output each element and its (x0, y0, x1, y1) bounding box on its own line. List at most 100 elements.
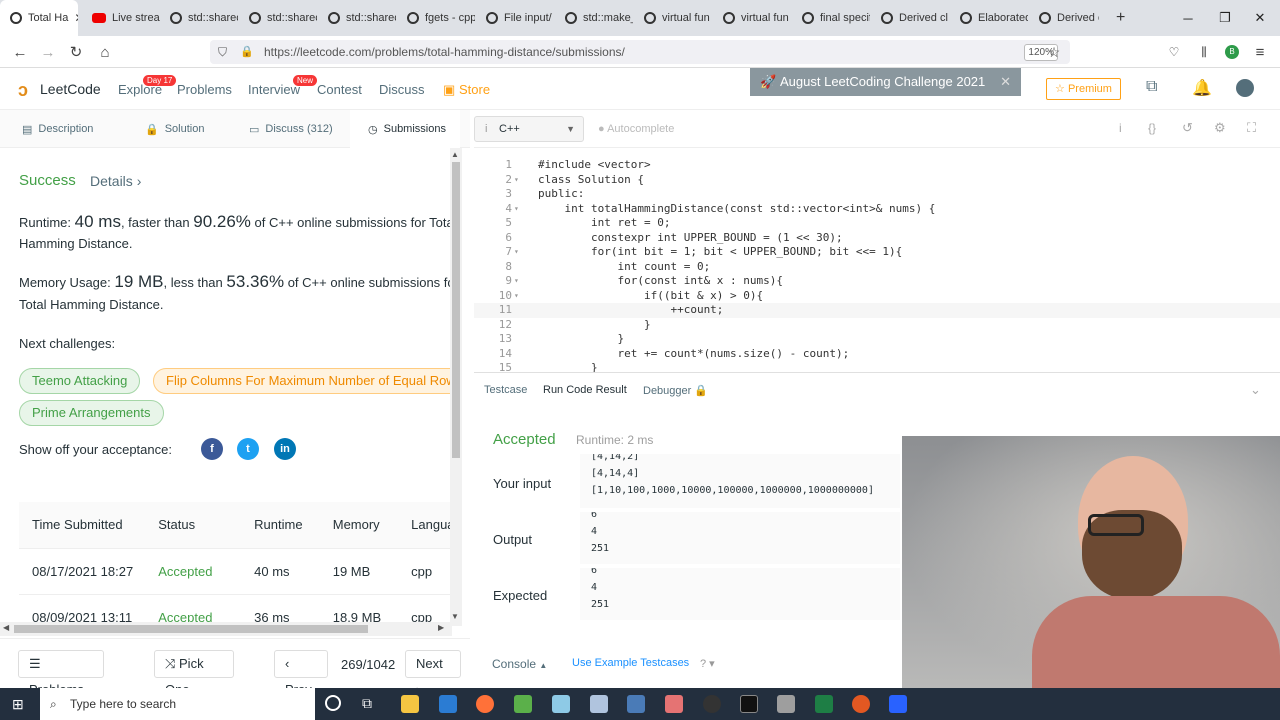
file-explorer-icon[interactable] (401, 695, 419, 713)
code-line[interactable]: 13 } (474, 332, 1280, 347)
browser-tab[interactable]: Live strean (82, 0, 160, 36)
challenge-banner[interactable]: 🚀 August LeetCoding Challenge 2021 ✕ (750, 68, 1021, 96)
tab-submissions[interactable]: ◷ Submissions (350, 110, 460, 148)
nav-discuss[interactable]: Discuss (379, 82, 425, 97)
shield-icon[interactable]: ⛉ (218, 40, 227, 64)
nav-store[interactable]: Store (459, 82, 490, 97)
close-banner-icon[interactable]: ✕ (1000, 68, 1011, 96)
library-icon[interactable]: ⫼ (1192, 41, 1216, 63)
browser-tab[interactable]: Derived cl (871, 0, 949, 36)
column-header[interactable]: Runtime (241, 502, 320, 549)
fold-icon[interactable]: ▾ (514, 202, 519, 217)
browser-tab[interactable]: final specif (792, 0, 870, 36)
excel-icon[interactable] (815, 695, 833, 713)
cell-status[interactable]: Accepted (145, 548, 242, 595)
tab-debugger[interactable]: Debugger 🔒 (643, 384, 708, 397)
leetcode-logo-icon[interactable]: ↄ (18, 80, 28, 101)
browser-tab-active[interactable]: Total Ha ✕ (0, 0, 78, 36)
code-line[interactable]: 1 #include <vector> (474, 158, 1280, 173)
extension-icon[interactable]: B (1225, 45, 1239, 59)
tab-discuss[interactable]: ▭ Discuss (312) (249, 110, 333, 148)
notepad-icon[interactable] (514, 695, 532, 713)
tab-solution[interactable]: 🔒 Solution (145, 110, 204, 148)
store-cart-icon[interactable]: ▣ (443, 82, 455, 98)
code-line[interactable]: 15 } (474, 361, 1280, 372)
app-icon[interactable] (552, 695, 570, 713)
challenge-pill-easy[interactable]: Prime Arrangements (19, 400, 164, 426)
browser-tab[interactable]: Elaborated (950, 0, 1028, 36)
tab-run-code-result[interactable]: Run Code Result (543, 384, 627, 396)
app-icon[interactable] (665, 695, 683, 713)
nav-problems[interactable]: Problems (177, 82, 232, 97)
language-select[interactable]: i C++ ▼ (474, 116, 584, 142)
firefox-icon[interactable] (476, 695, 494, 713)
scroll-right-icon[interactable]: ▶ (438, 623, 444, 632)
forward-icon[interactable]: → (36, 41, 60, 63)
settings-icon[interactable]: ⚙ (1214, 120, 1226, 136)
help-icon[interactable]: ? ▾ (700, 657, 715, 670)
cortana-icon[interactable] (325, 695, 341, 711)
lock-icon[interactable]: 🔒 (240, 40, 254, 64)
code-line[interactable]: 2 ▾ class Solution { (474, 173, 1280, 188)
code-line[interactable]: 3 public: (474, 187, 1280, 202)
browser-tab[interactable]: virtual fun (713, 0, 791, 36)
prev-button[interactable]: ‹ Prev (274, 650, 328, 697)
back-icon[interactable]: ← (8, 41, 32, 63)
nav-contest[interactable]: Contest (317, 82, 362, 97)
code-line[interactable]: 9 ▾ for(const int& x : nums){ (474, 274, 1280, 289)
avatar-icon[interactable] (1236, 79, 1254, 97)
home-icon[interactable]: ⌂ (93, 41, 117, 63)
browser-tab[interactable]: std::sharec (160, 0, 238, 36)
code-line[interactable]: 10 ▾ if((bit & x) > 0){ (474, 289, 1280, 304)
browser-tab[interactable]: std::sharec (239, 0, 317, 36)
taskbar-search[interactable]: ⌕ Type here to search (40, 688, 315, 720)
bell-icon[interactable]: 🔔 (1192, 78, 1212, 98)
restore-icon[interactable]: ❐ (1205, 0, 1245, 36)
nav-interview[interactable]: Interview (248, 82, 300, 97)
new-tab-button[interactable]: + (1106, 0, 1136, 36)
column-header[interactable]: Memory (319, 502, 399, 549)
playground-icon[interactable]: ⧉ (1146, 78, 1157, 96)
pocket-icon[interactable]: ♡ (1162, 41, 1186, 63)
scroll-down-icon[interactable]: ▼ (451, 612, 459, 621)
url-field[interactable]: ⛉ 🔒 https://leetcode.com/problems/total-… (210, 40, 1070, 64)
tab-description[interactable]: ▤ Description (22, 110, 93, 148)
app-icon[interactable] (852, 695, 870, 713)
code-line[interactable]: 12 } (474, 318, 1280, 333)
code-line[interactable]: 6 constexpr int UPPER_BOUND = (1 << 30); (474, 231, 1280, 246)
challenge-pill-easy[interactable]: Teemo Attacking (19, 368, 141, 394)
tab-testcase[interactable]: Testcase (484, 384, 527, 396)
browser-tab[interactable]: virtual fun (634, 0, 712, 36)
premium-button[interactable]: ☆ Premium (1046, 78, 1121, 100)
code-line-active[interactable]: 11 ++count; (474, 303, 1280, 318)
calculator-icon[interactable] (627, 695, 645, 713)
fullscreen-icon[interactable]: ⛶ (1247, 120, 1256, 136)
braces-icon[interactable]: {} (1148, 121, 1156, 135)
code-line[interactable]: 8 int count = 0; (474, 260, 1280, 275)
cell-status[interactable]: Accepted (145, 594, 242, 622)
facebook-icon[interactable]: f (201, 438, 223, 460)
problems-button[interactable]: ☰ Problems (18, 650, 104, 697)
fold-icon[interactable]: ▾ (514, 274, 519, 289)
windows-start-icon[interactable]: ⊞ (12, 696, 24, 713)
vscode-icon[interactable] (439, 695, 457, 713)
column-header[interactable]: Status (145, 502, 242, 549)
fold-icon[interactable]: ▾ (514, 173, 519, 188)
close-tab-icon[interactable]: ✕ (74, 11, 78, 25)
task-view-icon[interactable]: ⧉ (362, 695, 372, 712)
next-button[interactable]: Next › (405, 650, 461, 697)
scroll-thumb[interactable] (14, 625, 368, 633)
app-icon[interactable] (590, 695, 608, 713)
horizontal-scrollbar[interactable]: ◀ ▶ (0, 622, 452, 636)
fold-icon[interactable]: ▾ (514, 289, 519, 304)
fold-icon[interactable]: ▾ (514, 245, 519, 260)
code-line[interactable]: 5 int ret = 0; (474, 216, 1280, 231)
browser-tab[interactable]: fgets - cpp (397, 0, 475, 36)
collapse-chevron-icon[interactable]: ⌄ (1250, 382, 1261, 398)
autocomplete-toggle[interactable]: ● Autocomplete (598, 123, 674, 135)
browser-tab[interactable]: std::sharec (318, 0, 396, 36)
app-icon[interactable] (889, 695, 907, 713)
details-link[interactable]: Details › (90, 173, 141, 189)
menu-icon[interactable]: ≡ (1248, 41, 1272, 63)
scroll-up-icon[interactable]: ▲ (451, 150, 459, 159)
